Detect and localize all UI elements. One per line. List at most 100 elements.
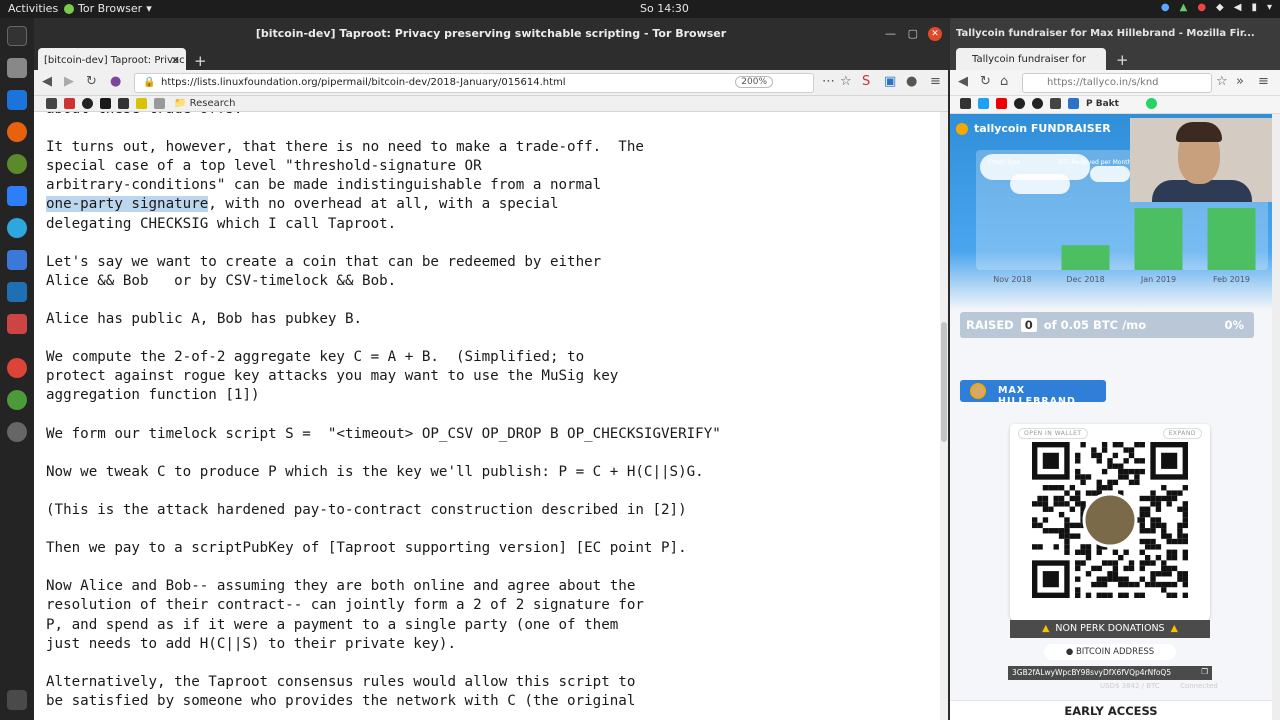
system-tray[interactable]: ● ▲ ● ◆ ◀ ▮ ▾ xyxy=(1161,2,1272,13)
folder-label: Research xyxy=(189,98,236,109)
back-icon[interactable]: ◀ xyxy=(958,74,968,89)
github-icon[interactable] xyxy=(1032,98,1043,109)
wallet-icon[interactable] xyxy=(7,154,27,174)
copy-icon[interactable]: ❐ xyxy=(1201,667,1208,676)
bookmark-icon[interactable] xyxy=(136,98,147,109)
bookmark-star-icon[interactable]: ☆ xyxy=(840,74,852,89)
volume-icon[interactable]: ◀ xyxy=(1234,2,1242,13)
forward-icon[interactable]: ▶ xyxy=(64,74,74,89)
raised-label: RAISED xyxy=(966,318,1014,332)
raised-percent: 0% xyxy=(1224,318,1244,332)
noscript-icon[interactable]: S xyxy=(862,74,870,89)
chart-bar[interactable] xyxy=(1207,208,1256,270)
scrollbar-thumb[interactable] xyxy=(941,322,947,442)
email-line: Then we pay to a scriptPubKey of [Taproo… xyxy=(46,540,687,557)
new-tab-button[interactable]: + xyxy=(194,52,207,70)
maximize-icon[interactable]: ▢ xyxy=(908,18,918,50)
new-tab-button[interactable]: + xyxy=(1116,51,1129,69)
chart-bar[interactable] xyxy=(1061,245,1110,270)
scrollbar[interactable] xyxy=(1272,114,1280,720)
address-field[interactable]: 3GB2fALwyWpcBY98svyDfX6fVQp4rNfoQ5 ❐ xyxy=(1008,666,1212,680)
bookmark-icon[interactable] xyxy=(154,98,165,109)
activities-button[interactable]: Activities xyxy=(8,2,58,15)
open-in-wallet-button[interactable]: OPEN IN WALLET xyxy=(1018,428,1088,439)
github-icon[interactable] xyxy=(1014,98,1025,109)
bitcoin-address-tab[interactable]: ● BITCOIN ADDRESS xyxy=(1044,644,1176,660)
firefox-icon[interactable] xyxy=(7,122,27,142)
youtube-icon[interactable] xyxy=(996,98,1007,109)
clock[interactable]: So 14:30 xyxy=(640,2,689,15)
home-icon[interactable]: ⌂ xyxy=(1000,74,1008,89)
files-icon[interactable] xyxy=(7,58,27,78)
warning-icon: ▲ xyxy=(1170,623,1178,634)
qr-code[interactable] xyxy=(1032,442,1188,598)
network-icon[interactable]: ● xyxy=(1161,2,1170,13)
overflow-icon[interactable]: » xyxy=(1236,74,1244,89)
screenshot-icon[interactable] xyxy=(7,250,27,270)
chart-x-tick-label: Nov 2018 xyxy=(993,275,1032,284)
scrollbar[interactable] xyxy=(940,112,948,720)
github-icon[interactable] xyxy=(82,98,93,109)
email-line: Let's say we want to create a coin that … xyxy=(46,253,602,270)
close-icon[interactable]: ✕ xyxy=(928,27,942,41)
update-icon[interactable]: ▲ xyxy=(1180,2,1188,13)
person-hair xyxy=(1176,122,1222,142)
email-line: We form our timelock script S = "<timeou… xyxy=(46,425,721,442)
email-line: Now Alice and Bob-- assuming they are bo… xyxy=(46,578,636,595)
chart-legend-item[interactable]: Chart Type xyxy=(988,159,1020,166)
bookmark-folder-research[interactable]: 📁 Research xyxy=(174,98,236,109)
settings-icon[interactable] xyxy=(7,422,27,442)
expand-button[interactable]: EXPAND xyxy=(1162,428,1202,439)
reload-icon[interactable]: ↻ xyxy=(980,74,991,89)
chart-legend-item[interactable]: BTC Received per Month xyxy=(1058,159,1132,166)
whatsapp-icon[interactable] xyxy=(1146,98,1157,109)
record-icon[interactable]: ● xyxy=(1197,2,1206,13)
terminal-icon[interactable] xyxy=(7,26,27,46)
more-actions-icon[interactable]: ⋯ xyxy=(822,74,835,89)
bookmark-icon[interactable] xyxy=(64,98,75,109)
url-bar[interactable]: 🔒 https://lists.linuxfoundation.org/pipe… xyxy=(134,73,814,93)
bookmark-star-icon[interactable]: ☆ xyxy=(1216,74,1228,89)
tor-button-icon[interactable]: ● xyxy=(906,74,917,89)
telegram-icon[interactable] xyxy=(7,218,27,238)
lock-bookmark-icon[interactable] xyxy=(118,98,129,109)
email-line xyxy=(46,291,721,310)
tor-onion-icon[interactable]: ● xyxy=(110,74,121,89)
bookmark-label[interactable]: P Bakt xyxy=(1086,99,1119,109)
battery-icon[interactable]: ▮ xyxy=(1251,2,1257,13)
tab-tallycoin[interactable]: Tallycoin fundraiser for xyxy=(956,48,1106,72)
chart-bar[interactable] xyxy=(1134,208,1183,270)
zoom-indicator[interactable]: 200% xyxy=(735,76,773,88)
chrome-icon[interactable] xyxy=(7,358,27,378)
hamburger-menu-icon[interactable]: ≡ xyxy=(930,74,941,89)
vscode-icon[interactable] xyxy=(7,282,27,302)
app-grid-icon[interactable] xyxy=(7,690,27,710)
extension-icon[interactable]: ▣ xyxy=(884,74,896,89)
owner-button[interactable]: MAX HILLEBRAND xyxy=(960,380,1106,407)
selected-text[interactable]: one-party signature xyxy=(46,196,209,213)
twitter-icon[interactable] xyxy=(978,98,989,109)
bookmarks-toolbar: 📁 Research xyxy=(34,96,948,112)
non-perk-label: NON PERK DONATIONS xyxy=(1055,623,1165,634)
power-menu-icon[interactable]: ▾ xyxy=(1267,2,1272,13)
wifi-icon[interactable]: ◆ xyxy=(1216,2,1224,13)
brand-title[interactable]: tallycoin FUNDRAISER xyxy=(974,122,1111,135)
back-icon[interactable]: ◀ xyxy=(42,74,52,89)
brush-icon[interactable] xyxy=(7,314,27,334)
signal-icon[interactable] xyxy=(7,186,27,206)
bookmark-icon[interactable] xyxy=(46,98,57,109)
bookmark-icon[interactable] xyxy=(100,98,111,109)
thunderbird-icon[interactable] xyxy=(7,90,27,110)
bookmark-icon[interactable] xyxy=(1068,98,1079,109)
bookmark-icon[interactable] xyxy=(960,98,971,109)
reload-icon[interactable]: ↻ xyxy=(86,74,97,89)
hamburger-menu-icon[interactable]: ≡ xyxy=(1258,74,1269,89)
fundraiser-header: tallycoin FUNDRAISER Chart Type BTC Recei… xyxy=(950,114,1272,310)
bookmark-icon[interactable] xyxy=(1050,98,1061,109)
app-menu[interactable]: Tor Browser ▾ xyxy=(64,2,152,15)
lock-icon[interactable]: 🔒 xyxy=(143,77,155,88)
minimize-icon[interactable]: — xyxy=(885,18,896,50)
close-tab-icon[interactable]: ✕ xyxy=(171,54,180,67)
url-bar[interactable]: https://tallyco.in/s/knd xyxy=(1022,73,1212,93)
tor-browser-icon[interactable] xyxy=(7,390,27,410)
